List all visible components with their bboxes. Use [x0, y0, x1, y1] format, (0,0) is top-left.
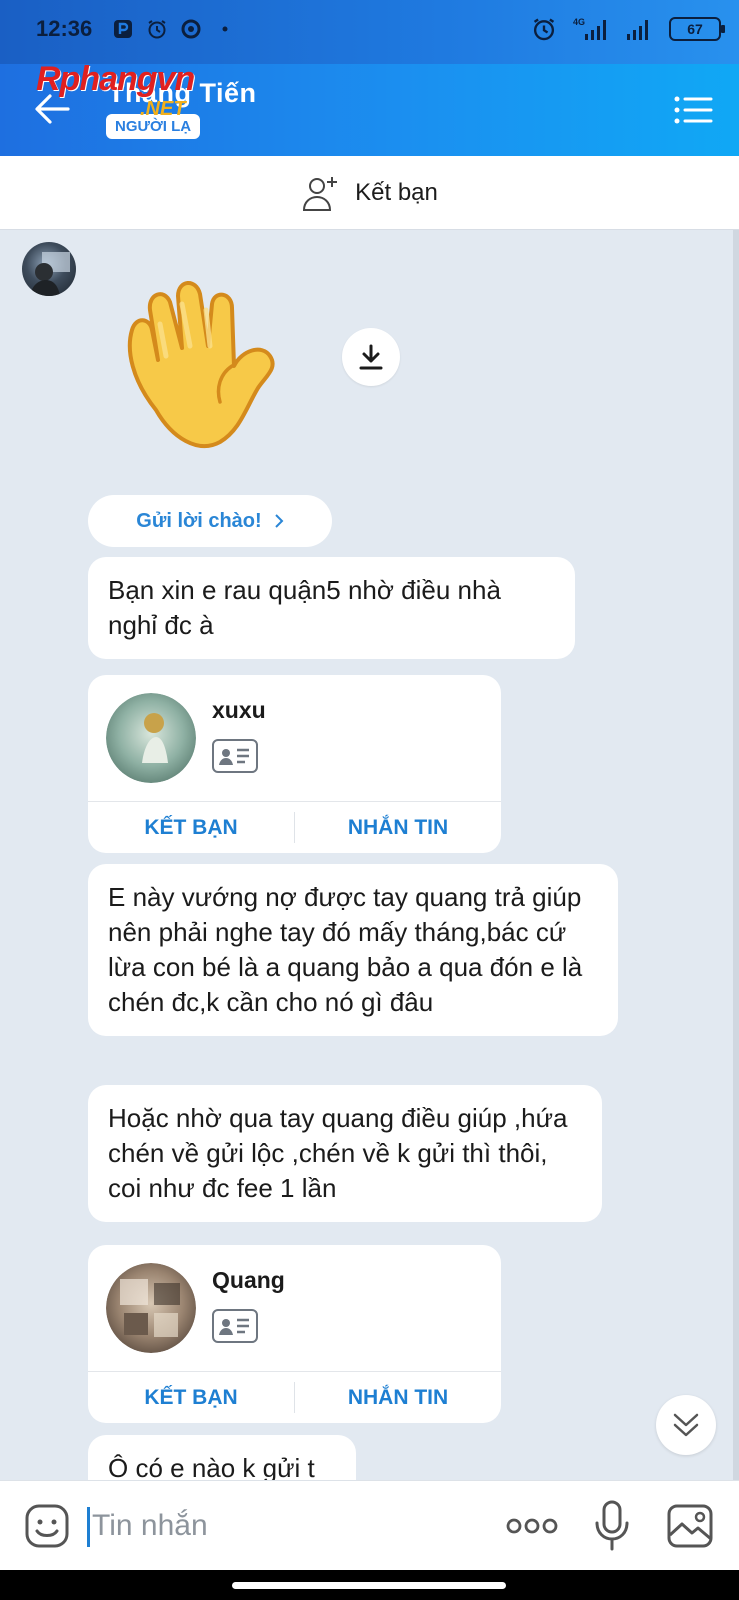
add-friend-button[interactable]: KẾT BẠN	[88, 802, 294, 853]
chat-header: Tháng Tiến NGƯỜI LẠ Rphangvn .NET	[0, 60, 739, 156]
status-notification-icons	[112, 18, 236, 40]
message-text: E này vướng nợ được tay quang trả giúp n…	[108, 882, 583, 1017]
double-chevron-down-icon	[673, 1413, 699, 1437]
emoji-sticker-icon[interactable]	[24, 1503, 70, 1549]
add-friend-button[interactable]: KẾT BẠN	[88, 1372, 294, 1423]
scroll-to-bottom-button[interactable]	[656, 1395, 716, 1455]
chevron-right-icon	[274, 514, 284, 528]
download-button[interactable]	[342, 328, 400, 386]
microphone-icon[interactable]	[594, 1499, 630, 1553]
card-avatar-xuxu[interactable]	[106, 693, 196, 783]
card-name: xuxu	[212, 697, 266, 723]
alarm-icon	[533, 18, 555, 41]
add-friend-icon	[303, 176, 338, 211]
card-actions: KẾT BẠN NHẮN TIN	[88, 801, 501, 853]
sync-icon	[181, 19, 201, 39]
chat-area[interactable]: Gửi lời chào! Bạn xin e rau quận5 nhờ đi…	[0, 230, 739, 1480]
watermark-logo-suffix: .NET	[140, 98, 186, 120]
menu-list-icon[interactable]	[673, 94, 713, 126]
card-name: Quang	[212, 1267, 285, 1293]
send-greeting-label: Gửi lời chào!	[136, 509, 262, 532]
signal-4g-icon: 4G	[573, 17, 606, 40]
more-options-icon[interactable]	[506, 1513, 558, 1539]
svg-text:4G: 4G	[573, 17, 585, 27]
image-gallery-icon[interactable]	[666, 1503, 714, 1549]
message-input[interactable]	[92, 1499, 472, 1553]
message-bubble[interactable]: Hoặc nhờ qua tay quang điều giúp ,hứa ch…	[88, 1085, 602, 1222]
alarm-icon	[148, 20, 166, 39]
id-card-icon	[212, 739, 258, 773]
message-text: Hoặc nhờ qua tay quang điều giúp ,hứa ch…	[108, 1103, 568, 1203]
add-friend-label: Kết bạn	[355, 178, 438, 206]
status-time: 12:36	[36, 16, 93, 41]
add-friend-bar[interactable]: Kết bạn	[0, 156, 739, 230]
watermark-logo: Rphangvn	[36, 60, 195, 98]
home-indicator[interactable]	[232, 1582, 506, 1589]
message-bubble[interactable]: Ô có e nào k gửi t	[88, 1435, 356, 1480]
card-actions: KẾT BẠN NHẮN TIN	[88, 1371, 501, 1423]
message-text: Ô có e nào k gửi t	[108, 1453, 315, 1480]
message-text: Bạn xin e rau quận5 nhờ điều nhà nghỉ đc…	[108, 575, 501, 640]
chat-scrollbar[interactable]	[733, 230, 739, 1480]
contact-card[interactable]: xuxu KẾT BẠN NHẮN TIN	[88, 675, 501, 853]
download-icon	[359, 344, 383, 370]
status-bar: 12:36 4G 67	[0, 0, 739, 64]
status-system-icons: 4G 67	[531, 16, 725, 42]
send-greeting-button[interactable]: Gửi lời chào!	[88, 495, 332, 547]
contact-avatar[interactable]	[22, 242, 76, 296]
message-bubble[interactable]: Bạn xin e rau quận5 nhờ điều nhà nghỉ đc…	[88, 557, 575, 659]
message-input-bar	[0, 1480, 739, 1570]
text-caret	[87, 1507, 90, 1547]
send-message-button[interactable]: NHẮN TIN	[295, 1372, 501, 1423]
system-nav-bar	[0, 1570, 739, 1600]
message-bubble[interactable]: E này vướng nợ được tay quang trả giúp n…	[88, 864, 618, 1036]
battery-indicator: 67	[669, 17, 725, 41]
battery-level: 67	[687, 21, 703, 37]
waving-hand-sticker[interactable]	[120, 270, 300, 460]
signal-icon	[627, 20, 648, 40]
card-avatar-quang[interactable]	[106, 1263, 196, 1353]
contact-card[interactable]: Quang KẾT BẠN NHẮN TIN	[88, 1245, 501, 1423]
id-card-icon	[212, 1309, 258, 1343]
dot-icon	[222, 26, 228, 32]
parking-app-icon	[114, 20, 132, 38]
send-message-button[interactable]: NHẮN TIN	[295, 802, 501, 853]
